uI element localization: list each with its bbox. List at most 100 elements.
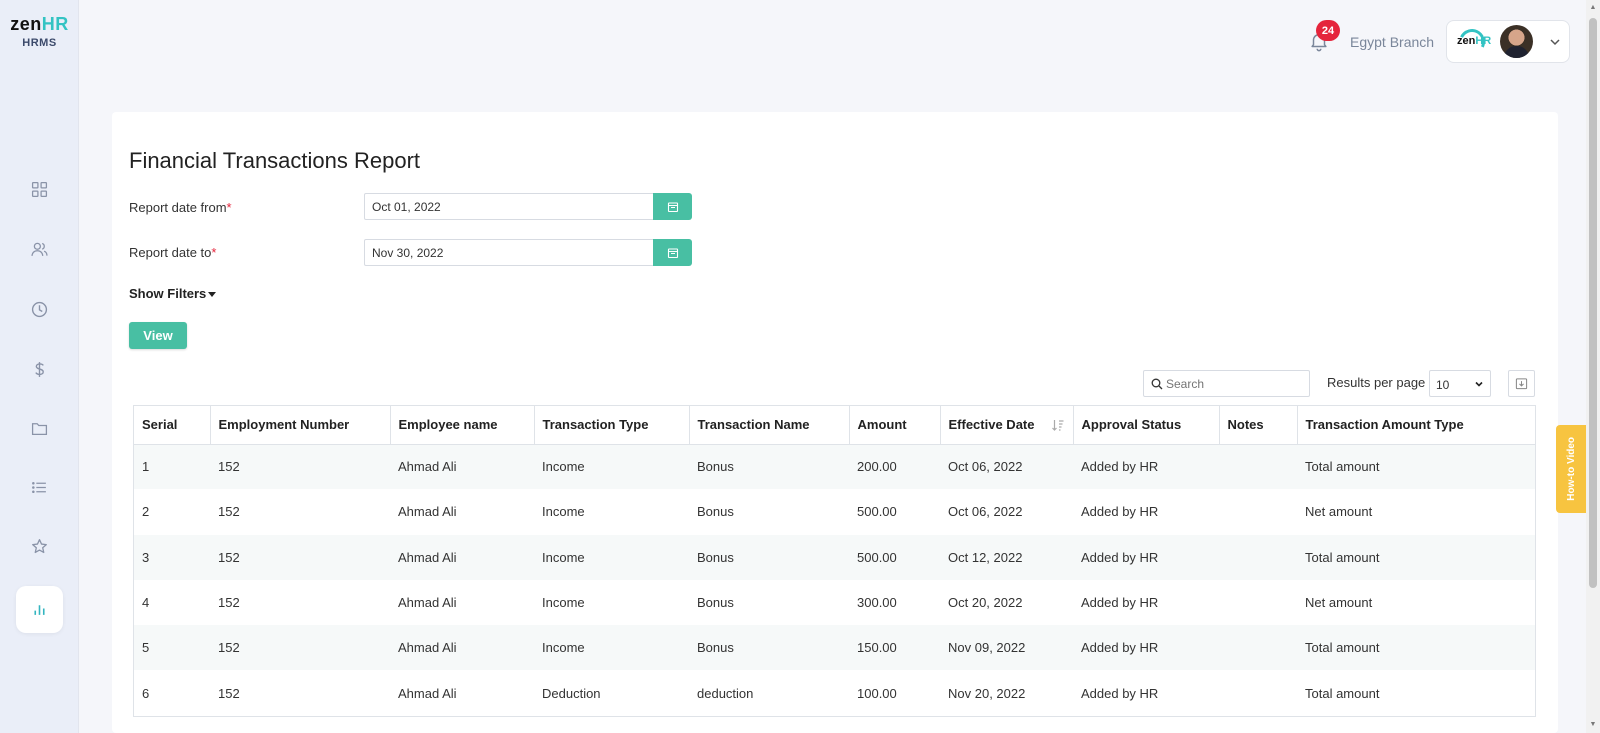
- column-header-amount[interactable]: Amount: [849, 406, 941, 445]
- cell-approval-status: Added by HR: [1081, 459, 1159, 475]
- cell-amount: 300.00: [857, 595, 897, 611]
- sidebar-item-dashboard[interactable]: [16, 166, 63, 213]
- cell-effective-date: Nov 09, 2022: [948, 640, 1026, 656]
- cell-notes: [1219, 535, 1297, 580]
- report-card: Financial Transactions Report Report dat…: [112, 112, 1558, 733]
- branch-selector[interactable]: Egypt Branch: [1350, 34, 1434, 50]
- users-icon: [31, 242, 48, 256]
- reports-chart-icon: [34, 605, 45, 615]
- cell-employment-number: 152: [218, 685, 240, 701]
- show-filters-toggle[interactable]: Show Filters: [129, 286, 217, 301]
- sidebar-item-attendance[interactable]: [16, 286, 63, 333]
- cell-effective-date: Oct 06, 2022: [948, 504, 1023, 520]
- search-input[interactable]: [1166, 371, 1306, 396]
- company-logo-text: zenHR: [1457, 35, 1492, 47]
- sidebar-item-reports[interactable]: [16, 586, 63, 633]
- cell-serial: 3: [142, 549, 150, 565]
- cell-amount: 150.00: [857, 640, 897, 656]
- date-from-label: Report date from*: [129, 200, 232, 215]
- column-header-employment-number[interactable]: Employment Number: [210, 406, 391, 445]
- column-header-transaction-type[interactable]: Transaction Type: [534, 406, 690, 445]
- cell-transaction-amount-type: Net amount: [1305, 595, 1373, 611]
- cell-transaction-amount-type: Total amount: [1305, 549, 1380, 565]
- results-per-page-select[interactable]: 10: [1429, 370, 1491, 397]
- sidebar-item-documents[interactable]: [16, 405, 63, 452]
- view-button[interactable]: View: [129, 322, 187, 349]
- calendar-icon: [667, 247, 678, 258]
- cell-transaction-type: Income: [542, 459, 585, 475]
- cell-employment-number: 152: [218, 640, 240, 656]
- scroll-down-arrow-icon[interactable]: ▼: [1589, 721, 1597, 729]
- date-from-input[interactable]: [364, 193, 654, 220]
- company-logo: zenHR: [1455, 25, 1495, 59]
- effective-date-header-label: Effective Date: [948, 417, 1035, 433]
- clock-icon: [31, 301, 48, 318]
- star-icon: [32, 539, 47, 554]
- cell-transaction-name: Bonus: [697, 640, 734, 656]
- cell-employee-name: Ahmad Ali: [398, 504, 457, 520]
- zenhr-logo[interactable]: zenHR HRMS: [0, 14, 79, 49]
- cell-transaction-amount-type: Total amount: [1305, 459, 1380, 475]
- notification-count-badge: 24: [1316, 20, 1340, 41]
- list-icon: [32, 481, 46, 494]
- logo-subtitle: HRMS: [22, 37, 57, 49]
- table-row: 1 152 Ahmad Ali Income Bonus 200.00 Oct …: [134, 444, 1535, 490]
- cell-transaction-type: Income: [542, 640, 585, 656]
- cell-notes: [1219, 444, 1297, 489]
- sidebar-item-requests[interactable]: [16, 464, 63, 511]
- cell-transaction-name: Bonus: [697, 549, 734, 565]
- table-row: 3 152 Ahmad Ali Income Bonus 500.00 Oct …: [134, 534, 1535, 580]
- download-icon: [1515, 378, 1528, 390]
- sidebar-item-performance[interactable]: [16, 523, 63, 570]
- cell-transaction-name: deduction: [697, 685, 754, 701]
- column-header-employee-name[interactable]: Employee name: [390, 406, 535, 445]
- cell-notes: [1219, 670, 1297, 715]
- cell-serial: 5: [142, 640, 150, 656]
- table-header-row: Serial Employment Number Employee name T…: [134, 406, 1535, 445]
- how-to-video-tab[interactable]: How-to Video: [1556, 425, 1586, 513]
- cell-transaction-amount-type: Total amount: [1305, 640, 1380, 656]
- date-to-input[interactable]: [364, 239, 654, 266]
- scrollbar-thumb[interactable]: [1589, 18, 1597, 588]
- cell-transaction-amount-type: Total amount: [1305, 685, 1380, 701]
- cell-amount: 500.00: [857, 504, 897, 520]
- export-button[interactable]: [1508, 370, 1535, 397]
- column-header-notes[interactable]: Notes: [1219, 406, 1298, 445]
- column-header-effective-date[interactable]: Effective Date: [940, 406, 1074, 445]
- column-header-approval-status[interactable]: Approval Status: [1073, 406, 1220, 445]
- transactions-table: Serial Employment Number Employee name T…: [133, 405, 1536, 717]
- date-to-label: Report date to*: [129, 245, 217, 260]
- cell-effective-date: Oct 12, 2022: [948, 549, 1023, 565]
- user-menu[interactable]: zenHR: [1446, 20, 1570, 63]
- search-field[interactable]: [1143, 370, 1310, 397]
- page-scrollbar[interactable]: ▲ ▼: [1586, 0, 1600, 733]
- sidebar-item-payroll[interactable]: [16, 346, 63, 393]
- folder-icon: [31, 423, 48, 435]
- cell-transaction-name: Bonus: [697, 595, 734, 611]
- column-header-transaction-name[interactable]: Transaction Name: [689, 406, 850, 445]
- cell-amount: 200.00: [857, 459, 897, 475]
- date-to-calendar-button[interactable]: [653, 239, 692, 266]
- scroll-up-arrow-icon[interactable]: ▲: [1589, 4, 1597, 12]
- table-row: 5 152 Ahmad Ali Income Bonus 150.00 Nov …: [134, 625, 1535, 671]
- cell-effective-date: Oct 06, 2022: [948, 459, 1023, 475]
- calendar-icon: [667, 201, 678, 212]
- search-icon: [1151, 378, 1163, 390]
- cell-transaction-type: Income: [542, 595, 585, 611]
- date-from-calendar-button[interactable]: [653, 193, 692, 220]
- avatar: [1500, 25, 1533, 58]
- results-per-page-label: Results per page: [1327, 375, 1426, 390]
- dashboard-icon: [31, 181, 48, 198]
- cell-approval-status: Added by HR: [1081, 640, 1159, 656]
- column-header-transaction-amount-type[interactable]: Transaction Amount Type: [1297, 406, 1535, 445]
- chevron-down-icon: [1475, 381, 1483, 387]
- column-header-serial[interactable]: Serial: [134, 406, 211, 445]
- how-to-video-label: How-to Video: [1565, 437, 1577, 501]
- caret-down-icon: [208, 292, 217, 298]
- dollar-icon: [35, 362, 44, 377]
- cell-employment-number: 152: [218, 595, 240, 611]
- cell-notes: [1219, 625, 1297, 670]
- table-row: 4 152 Ahmad Ali Income Bonus 300.00 Oct …: [134, 580, 1535, 625]
- sidebar-item-employees[interactable]: [16, 226, 63, 273]
- cell-approval-status: Added by HR: [1081, 685, 1159, 701]
